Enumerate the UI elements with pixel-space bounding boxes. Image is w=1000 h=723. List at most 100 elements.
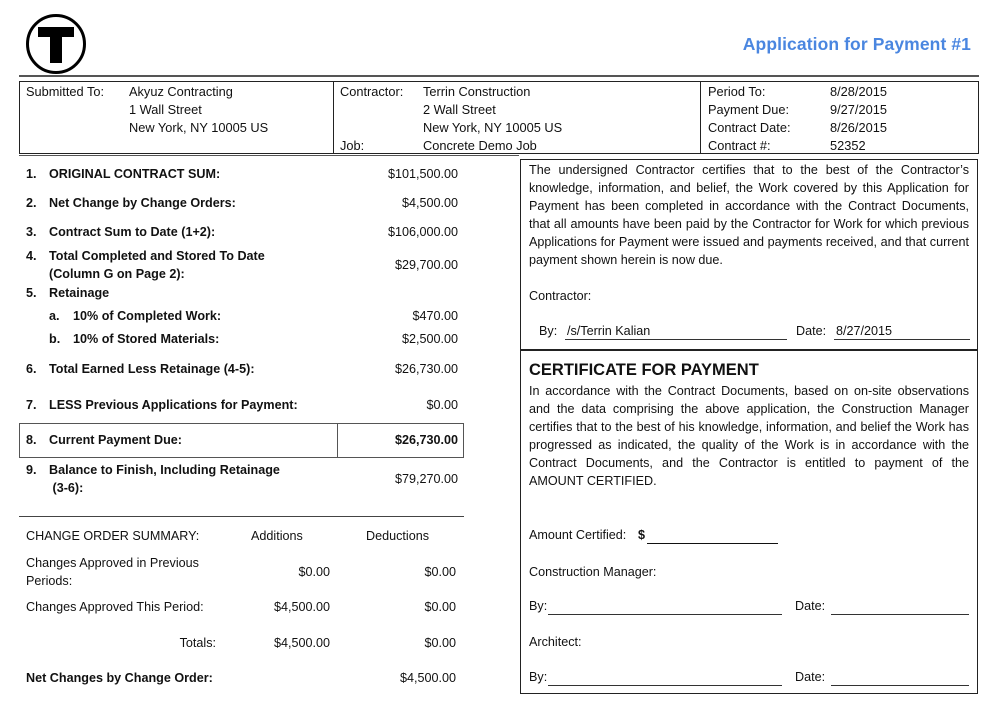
- row-number: b.: [49, 332, 61, 346]
- payment-due-label: Payment Due:: [708, 102, 790, 117]
- row-label: Total Completed and Stored To Date: [49, 249, 265, 263]
- contractor-certification-text: The undersigned Contractor certifies tha…: [529, 163, 969, 267]
- contract-number-label: Contract #:: [708, 138, 771, 153]
- arch-by-label: By:: [529, 670, 548, 684]
- page-title: Application for Payment #1: [742, 34, 971, 54]
- summary-row-4: 4. Total Completed and Stored To Date (C…: [26, 248, 458, 284]
- cm-by-field[interactable]: [548, 614, 782, 615]
- co-totals-label: Totals:: [179, 636, 216, 650]
- row-number: 4.: [26, 249, 37, 263]
- submitted-to-name: Akyuz Contracting: [129, 84, 233, 99]
- arch-by-field[interactable]: [548, 685, 782, 686]
- row-amount: $79,270.00: [394, 472, 458, 486]
- cm-date-field[interactable]: [831, 614, 969, 615]
- certificate-text: In accordance with the Contract Document…: [529, 384, 969, 488]
- row-number: 9.: [26, 463, 37, 477]
- amount-certified-currency: $: [638, 528, 646, 542]
- summary-divider: [19, 516, 464, 517]
- row-label: Current Payment Due:: [49, 433, 182, 447]
- arch-date-field[interactable]: [831, 685, 969, 686]
- row-label: Net Change by Change Orders:: [49, 196, 236, 210]
- co-row-additions: $4,500.00: [273, 600, 330, 614]
- row-amount: $106,000.00: [387, 225, 458, 239]
- contractor-by-signature[interactable]: /s/Terrin Kalian: [567, 322, 650, 340]
- col-deductions-header: Deductions: [366, 529, 430, 543]
- submitted-to-label: Submitted To:: [26, 84, 105, 99]
- net-changes-amount: $4,500.00: [399, 671, 456, 685]
- net-changes-label: Net Changes by Change Order:: [26, 671, 213, 685]
- header-info-box: Submitted To: Akyuz Contracting 1 Wall S…: [19, 81, 979, 154]
- co-row-deductions: $0.00: [424, 565, 456, 579]
- col-additions-header: Additions: [251, 529, 303, 543]
- row-amount: $26,730.00: [394, 362, 458, 376]
- row-number: a.: [49, 309, 60, 323]
- row-label: Retainage: [49, 286, 110, 300]
- contractor-label: Contractor:: [340, 84, 404, 99]
- architect-label: Architect:: [529, 635, 582, 649]
- current-payment-due-amount: $26,730.00: [394, 433, 458, 447]
- certificate-title: CERTIFICATE FOR PAYMENT: [529, 361, 759, 379]
- row-amount: $4,500.00: [401, 196, 458, 210]
- amount-certified-field[interactable]: [647, 543, 778, 544]
- contract-number-value: 52352: [830, 138, 866, 153]
- top-divider: [19, 75, 979, 77]
- contractor-city: New York, NY 10005 US: [423, 120, 563, 135]
- summary-row-9: 9. Balance to Finish, Including Retainag…: [26, 462, 458, 498]
- row-label-continued: (3-6):: [49, 481, 84, 495]
- row-amount: $2,500.00: [401, 332, 458, 346]
- row-amount: $101,500.00: [387, 167, 458, 181]
- header-bottom-divider: [19, 155, 519, 156]
- co-totals-additions: $4,500.00: [273, 636, 330, 650]
- co-row-label: Changes Approved This Period:: [26, 600, 204, 614]
- contractor-by-label: By:: [539, 324, 558, 338]
- contractor-by-line: [565, 339, 787, 340]
- contractor-date-label: Date:: [796, 324, 827, 338]
- contractor-street: 2 Wall Street: [423, 102, 496, 117]
- row-label: Contract Sum to Date (1+2):: [49, 225, 216, 239]
- row-label: 10% of Completed Work:: [73, 309, 222, 323]
- payment-due-value: 9/27/2015: [830, 102, 887, 117]
- contractor-sign-label: Contractor:: [529, 289, 592, 303]
- arch-date-label: Date:: [795, 670, 826, 684]
- contractor-certification-panel: The undersigned Contractor certifies tha…: [520, 159, 978, 350]
- row-number: 5.: [26, 286, 37, 300]
- row-amount: $470.00: [412, 309, 458, 323]
- header-divider: [333, 82, 334, 153]
- cm-date-label: Date:: [795, 599, 826, 613]
- co-row-label: Changes Approved in Previous: [26, 556, 199, 570]
- change-order-title: CHANGE ORDER SUMMARY:: [26, 529, 200, 543]
- header-divider: [700, 82, 701, 153]
- row-amount: $0.00: [426, 398, 458, 412]
- co-totals-deductions: $0.00: [424, 636, 456, 650]
- row-number: 7.: [26, 398, 37, 412]
- job-value: Concrete Demo Job: [423, 138, 537, 153]
- row-label: Total Earned Less Retainage (4-5):: [49, 362, 255, 376]
- row-label: ORIGINAL CONTRACT SUM:: [49, 167, 221, 181]
- due-box-divider: [337, 424, 338, 457]
- job-label: Job:: [340, 138, 365, 153]
- contractor-date-value[interactable]: 8/27/2015: [836, 322, 892, 340]
- contractor-name: Terrin Construction: [423, 84, 531, 99]
- submitted-to-street: 1 Wall Street: [129, 102, 202, 117]
- contractor-date-line: [834, 339, 970, 340]
- logo-stem: [50, 27, 62, 63]
- submitted-to-city: New York, NY 10005 US: [129, 120, 269, 135]
- amount-certified-label: Amount Certified:: [529, 528, 627, 542]
- row-number: 1.: [26, 167, 37, 181]
- certificate-for-payment-panel: CERTIFICATE FOR PAYMENT In accordance wi…: [520, 350, 978, 694]
- row-number: 2.: [26, 196, 37, 210]
- row-label: LESS Previous Applications for Payment:: [49, 398, 298, 412]
- row-number: 6.: [26, 362, 37, 376]
- row-number: 3.: [26, 225, 37, 239]
- row-label: 10% of Stored Materials:: [73, 332, 220, 346]
- t-logo-icon: [26, 14, 86, 74]
- co-row-label-continued: Periods:: [26, 574, 73, 588]
- co-row-deductions: $0.00: [424, 600, 456, 614]
- period-to-value: 8/28/2015: [830, 84, 887, 99]
- row-label-continued: (Column G on Page 2):: [49, 267, 185, 281]
- contract-date-value: 8/26/2015: [830, 120, 887, 135]
- period-to-label: Period To:: [708, 84, 766, 99]
- row-number: 8.: [26, 433, 37, 447]
- contract-date-label: Contract Date:: [708, 120, 791, 135]
- cm-by-label: By:: [529, 599, 548, 613]
